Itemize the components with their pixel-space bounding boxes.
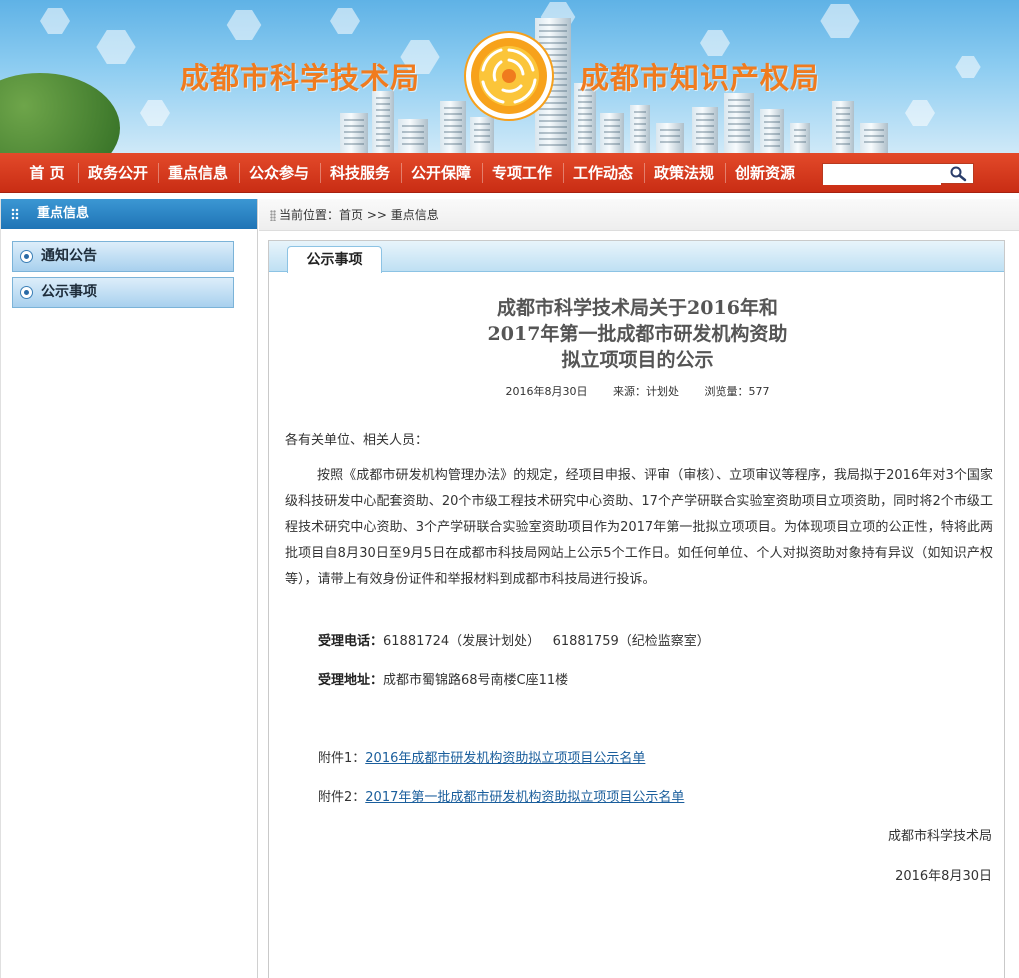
- nav-divider: [563, 163, 564, 183]
- nav-item-public-participation[interactable]: 公众参与: [241, 153, 317, 193]
- nav-divider: [320, 163, 321, 183]
- nav-item-key-info[interactable]: 重点信息: [160, 153, 236, 193]
- hexagon-decoration: [40, 8, 70, 34]
- hexagon-decoration: [330, 8, 360, 34]
- skyline-building: [600, 113, 624, 153]
- nav-divider: [644, 163, 645, 183]
- address-label: 受理地址：: [318, 673, 384, 688]
- nav-item-tech-services[interactable]: 科技服务: [322, 153, 398, 193]
- sidebar-item-announcements[interactable]: 公示事项: [12, 277, 234, 308]
- search-icon[interactable]: [949, 166, 967, 182]
- article-title-line: 2017年第一批成都市研发机构资助: [487, 323, 788, 345]
- article-date: 2016年8月30日: [505, 385, 588, 398]
- breadcrumb-home-link[interactable]: 首页: [339, 208, 363, 222]
- attachment-label: 附件2：: [318, 790, 366, 805]
- nav-divider: [158, 163, 159, 183]
- hexagon-decoration: [226, 10, 262, 40]
- address-value: 成都市蜀锦路68号南楼C座11楼: [383, 673, 569, 688]
- nav-item-special-work[interactable]: 专项工作: [484, 153, 560, 193]
- hexagon-decoration: [905, 100, 935, 126]
- phone-value: 61881724（发展计划处） 61881759（纪检监察室）: [383, 634, 710, 649]
- search-input[interactable]: [823, 165, 941, 185]
- skyline-building: [656, 123, 684, 153]
- attachment-1: 附件1：2016年成都市研发机构资助拟立项项目公示名单: [318, 747, 645, 766]
- nav-divider: [239, 163, 240, 183]
- attachment-2-link[interactable]: 2017年第一批成都市研发机构资助拟立项项目公示名单: [365, 790, 684, 805]
- skyline-building: [372, 91, 394, 153]
- site-name-left: 成都市科学技术局: [180, 61, 421, 95]
- content-panel: 公示事项 成都市科学技术局关于2016年和 2017年第一批成都市研发机构资助 …: [268, 240, 1005, 978]
- nav-item-disclosure[interactable]: 公开保障: [403, 153, 479, 193]
- skyline-building: [760, 109, 784, 153]
- attachment-2: 附件2：2017年第一批成都市研发机构资助拟立项项目公示名单: [318, 786, 684, 805]
- sidebar-item-label: 通知公告: [41, 248, 97, 264]
- hexagon-decoration: [955, 56, 981, 78]
- hexagon-decoration: [96, 30, 136, 64]
- skyline-building: [470, 117, 494, 153]
- nav-item-home[interactable]: 首 页: [18, 153, 76, 193]
- skyline-building: [724, 93, 754, 153]
- sidebar-title: 重点信息: [37, 206, 90, 221]
- attachment-label: 附件1：: [318, 751, 366, 766]
- bullet-circle-icon: [20, 250, 33, 263]
- nav-divider: [78, 163, 79, 183]
- skyline-building: [860, 123, 888, 153]
- article-title: 成都市科学技术局关于2016年和 2017年第一批成都市研发机构资助 拟立项项目…: [269, 295, 1006, 373]
- nav-item-policies[interactable]: 政策法规: [646, 153, 722, 193]
- breadcrumb: 当前位置：首页 >> 重点信息: [259, 199, 1019, 231]
- tab-announcements[interactable]: 公示事项: [287, 246, 382, 273]
- hexagon-decoration: [700, 30, 730, 56]
- sidebar-item-notices[interactable]: 通知公告: [12, 241, 234, 272]
- site-name-right: 成都市知识产权局: [580, 61, 821, 95]
- breadcrumb-prefix: 当前位置：: [279, 208, 340, 222]
- article-views: 浏览量：577: [704, 385, 770, 398]
- contact-phone: 受理电话：61881724（发展计划处） 61881759（纪检监察室）: [318, 630, 710, 649]
- article-body: 按照《成都市研发机构管理办法》的规定，经项目申报、评审（审核）、立项审议等程序，…: [285, 468, 993, 587]
- skyline-building: [340, 113, 368, 153]
- article-source: 来源：计划处: [613, 385, 679, 398]
- bullet-circle-icon: [20, 286, 33, 299]
- grip-dots-icon: [270, 210, 276, 221]
- article-sign-date: 2016年8月30日: [895, 869, 992, 884]
- main-nav: 首 页 政务公开 重点信息 公众参与 科技服务 公开保障 专项工作 工作动态 政…: [0, 153, 1019, 193]
- hexagon-decoration: [820, 4, 860, 38]
- skyline-building: [832, 101, 854, 153]
- skyline-building: [790, 123, 810, 153]
- bureau-logo-icon: [464, 31, 554, 121]
- search-box: [822, 163, 974, 185]
- article-signature: 成都市科学技术局: [887, 829, 992, 844]
- hexagon-decoration: [140, 100, 170, 126]
- nav-item-innovation[interactable]: 创新资源: [727, 153, 803, 193]
- tab-bar: 公示事项: [269, 241, 1004, 273]
- sidebar-header: 重点信息: [1, 199, 257, 229]
- contact-address: 受理地址：成都市蜀锦路68号南楼C座11楼: [318, 669, 568, 688]
- nav-divider: [482, 163, 483, 183]
- skyline-building: [692, 107, 718, 153]
- skyline-building: [630, 105, 650, 153]
- attachment-1-link[interactable]: 2016年成都市研发机构资助拟立项项目公示名单: [365, 751, 645, 766]
- breadcrumb-current-link[interactable]: 重点信息: [391, 208, 439, 222]
- article-title-line: 成都市科学技术局关于2016年和: [497, 297, 778, 319]
- nav-divider: [401, 163, 402, 183]
- phone-label: 受理电话：: [318, 634, 384, 649]
- nav-item-news[interactable]: 工作动态: [565, 153, 641, 193]
- banner-hill-image: [0, 73, 120, 153]
- grip-dots-icon: [11, 208, 19, 220]
- skyline-building: [398, 119, 428, 153]
- article-title-line: 拟立项项目的公示: [561, 349, 714, 371]
- sidebar-item-label: 公示事项: [41, 284, 97, 300]
- article-greeting: 各有关单位、相关人员：: [285, 433, 429, 448]
- site-banner: 成都市科学技术局 成都市知识产权局: [0, 0, 1019, 153]
- breadcrumb-separator: >>: [366, 208, 387, 222]
- article-meta: 2016年8月30日 来源：计划处 浏览量：577: [269, 383, 1006, 399]
- sidebar: 重点信息 通知公告 公示事项: [0, 199, 258, 978]
- nav-divider: [725, 163, 726, 183]
- nav-item-government-affairs[interactable]: 政务公开: [80, 153, 156, 193]
